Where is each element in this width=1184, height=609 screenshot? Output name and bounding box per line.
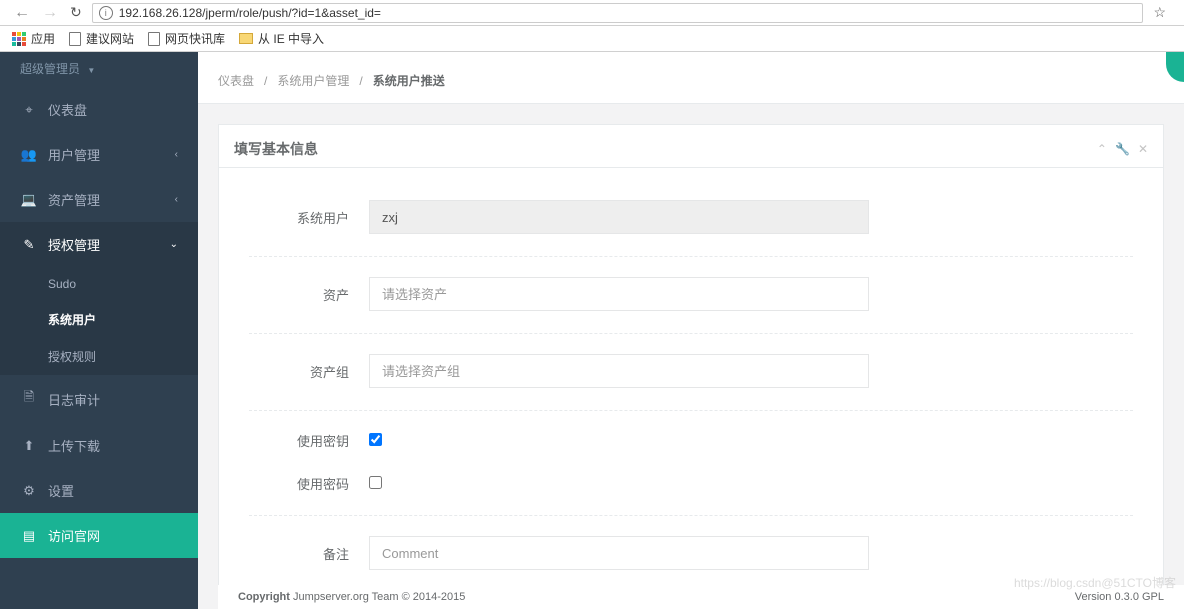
page-icon (69, 32, 81, 46)
bookmark-suggest[interactable]: 建议网站 (69, 30, 134, 47)
url-bar[interactable]: i 192.168.26.128/jperm/role/push/?id=1&a… (92, 3, 1144, 23)
upload-icon: ⬆ (20, 438, 38, 454)
watermark: https://blog.csdn@51CTO博客 (1014, 574, 1176, 591)
info-icon[interactable]: i (99, 6, 113, 20)
panel-body: 系统用户 资产 资产组 使用密钥 (219, 168, 1163, 609)
sidebar-user-dropdown[interactable]: 超级管理员 ▼ (0, 52, 198, 87)
breadcrumb-sep: / (264, 74, 267, 88)
input-sysuser (369, 200, 869, 234)
sidebar-item-permrule[interactable]: 授权规则 (0, 338, 198, 375)
breadcrumb-link[interactable]: 系统用户管理 (277, 72, 349, 89)
sidebar-item-label: 授权管理 (48, 235, 100, 254)
sidebar-item-label: 仪表盘 (48, 100, 87, 119)
sidebar-item-label: 授权规则 (48, 348, 96, 365)
form-row-asset-group: 资产组 (249, 342, 1133, 411)
sidebar-item-dashboard[interactable]: ⌖ 仪表盘 (0, 87, 198, 132)
caret-down-icon: ▼ (87, 66, 95, 75)
back-icon[interactable]: ← (8, 4, 36, 22)
apps-label: 应用 (31, 30, 55, 47)
apps-icon (12, 32, 26, 46)
panel-header: 填写基本信息 ⌃ 🔧 ✕ (219, 125, 1163, 168)
select-asset-group[interactable] (369, 354, 869, 388)
breadcrumb-link[interactable]: 仪表盘 (218, 72, 254, 89)
browser-toolbar: ← → ↻ i 192.168.26.128/jperm/role/push/?… (0, 0, 1184, 26)
version: Version 0.3.0 GPL (1075, 591, 1164, 603)
panel-title: 填写基本信息 (234, 139, 318, 159)
collapse-icon[interactable]: ⌃ (1097, 142, 1107, 156)
sidebar-user-label: 超级管理员 (20, 62, 80, 76)
folder-icon (239, 33, 253, 44)
bookmarks-bar: 应用 建议网站 网页快讯库 从 IE 中导入 (0, 26, 1184, 52)
sidebar-item-user-mgmt[interactable]: 👥 用户管理 ‹ (0, 132, 198, 177)
main-content: 仪表盘 / 系统用户管理 / 系统用户推送 填写基本信息 ⌃ 🔧 ✕ (198, 52, 1184, 609)
star-icon[interactable]: ☆ (1143, 4, 1176, 21)
sidebar-item-log-audit[interactable]: 🗎 日志审计 (0, 375, 198, 423)
reload-icon[interactable]: ↻ (64, 4, 92, 21)
select-asset[interactable] (369, 277, 869, 311)
breadcrumb-current: 系统用户推送 (373, 72, 445, 89)
book-icon: ▤ (20, 528, 38, 544)
label-usekey: 使用密钥 (249, 431, 369, 450)
page-icon (148, 32, 160, 46)
label-sysuser: 系统用户 (249, 208, 369, 227)
label-asset-group: 资产组 (249, 362, 369, 381)
edit-icon: ✎ (20, 237, 38, 253)
form-row-asset: 资产 (249, 265, 1133, 334)
users-icon: 👥 (20, 147, 38, 163)
apps-button[interactable]: 应用 (12, 30, 55, 47)
sidebar-item-label: 用户管理 (48, 145, 100, 164)
sidebar-item-settings[interactable]: ⚙ 设置 (0, 468, 198, 513)
close-icon[interactable]: ✕ (1138, 142, 1148, 156)
panel-tools: ⌃ 🔧 ✕ (1097, 142, 1148, 156)
sidebar-item-label: Sudo (48, 277, 76, 291)
bookmark-ie[interactable]: 从 IE 中导入 (239, 30, 324, 47)
form-row-usepass: 使用密码 (249, 462, 1133, 516)
bookmark-label: 网页快讯库 (165, 30, 225, 47)
breadcrumb: 仪表盘 / 系统用户管理 / 系统用户推送 (218, 72, 1164, 89)
laptop-icon: 💻 (20, 192, 38, 208)
bookmark-quick[interactable]: 网页快讯库 (148, 30, 225, 47)
chevron-left-icon: ‹ (175, 149, 178, 160)
gear-icon: ⚙ (20, 483, 38, 499)
forward-icon: → (36, 4, 64, 22)
form-row-usekey: 使用密钥 (249, 419, 1133, 462)
form-row-sysuser: 系统用户 (249, 188, 1133, 257)
form-panel: 填写基本信息 ⌃ 🔧 ✕ 系统用户 资产 (218, 124, 1164, 609)
copyright: Copyright Jumpserver.org Team © 2014-201… (238, 591, 465, 603)
sidebar-item-visit[interactable]: ▤ 访问官网 (0, 513, 198, 558)
sidebar-item-asset-mgmt[interactable]: 💻 资产管理 ‹ (0, 177, 198, 222)
page-header: 仪表盘 / 系统用户管理 / 系统用户推送 (198, 52, 1184, 104)
sidebar: 超级管理员 ▼ ⌖ 仪表盘 👥 用户管理 ‹ 💻 资产管理 ‹ ✎ 授权管理 ⌄… (0, 52, 198, 609)
checkbox-usekey[interactable] (369, 433, 382, 446)
top-badge (1166, 52, 1184, 82)
dashboard-icon: ⌖ (20, 102, 38, 118)
sidebar-item-label: 上传下载 (48, 436, 100, 455)
bookmark-label: 建议网站 (86, 30, 134, 47)
label-asset: 资产 (249, 285, 369, 304)
chevron-left-icon: ‹ (175, 194, 178, 205)
breadcrumb-sep: / (359, 74, 362, 88)
form-row-comment: 备注 (249, 524, 1133, 582)
sidebar-item-label: 访问官网 (48, 526, 100, 545)
label-comment: 备注 (249, 544, 369, 563)
sidebar-item-sudo[interactable]: Sudo (0, 267, 198, 301)
sidebar-item-label: 设置 (48, 481, 74, 500)
sidebar-item-label: 资产管理 (48, 190, 100, 209)
sidebar-item-perm-mgmt[interactable]: ✎ 授权管理 ⌄ (0, 222, 198, 267)
sidebar-item-upload[interactable]: ⬆ 上传下载 (0, 423, 198, 468)
sidebar-submenu: Sudo 系统用户 授权规则 (0, 267, 198, 375)
sidebar-item-label: 系统用户 (48, 311, 96, 328)
sidebar-item-label: 日志审计 (48, 390, 100, 409)
chevron-down-icon: ⌄ (170, 239, 178, 250)
sidebar-item-sysuser[interactable]: 系统用户 (0, 301, 198, 338)
wrench-icon[interactable]: 🔧 (1115, 142, 1130, 156)
checkbox-usepass[interactable] (369, 476, 382, 489)
file-icon: 🗎 (20, 388, 38, 410)
url-text: 192.168.26.128/jperm/role/push/?id=1&ass… (119, 6, 381, 20)
bookmark-label: 从 IE 中导入 (258, 30, 324, 47)
label-usepass: 使用密码 (249, 474, 369, 493)
input-comment[interactable] (369, 536, 869, 570)
